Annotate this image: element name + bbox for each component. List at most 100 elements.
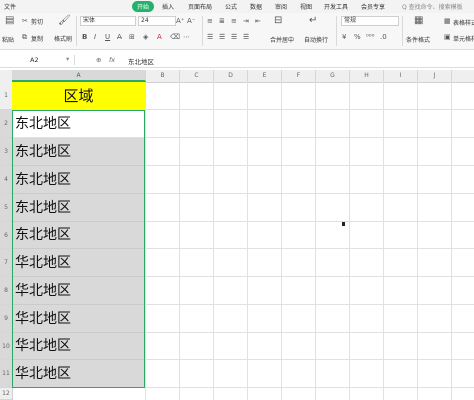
search-command[interactable]: Q 查找命令、搜索模板: [402, 2, 463, 11]
underline-icon[interactable]: U: [105, 33, 110, 41]
indent-icon[interactable]: ⇥: [243, 17, 249, 25]
cell-grid[interactable]: 区域 东北地区 东北地区 东北地区 东北地区 东北地区 华北地区 华北地区 华北…: [12, 82, 474, 400]
separator: [202, 16, 203, 46]
decrease-font-icon[interactable]: A⁻: [187, 17, 195, 25]
separator: [402, 16, 403, 46]
tab-page-layout[interactable]: 页面布局: [188, 2, 212, 11]
menu-bar: 文件 开始 插入 页面布局 公式 数据 审阅 视图 开发工具 会员专享 Q 查找…: [0, 0, 474, 13]
table-style-button[interactable]: 表格样式: [453, 18, 474, 27]
font-name-select[interactable]: 宋体: [80, 16, 136, 26]
row-header-4[interactable]: 4: [0, 166, 12, 194]
thousands-icon[interactable]: ⁰⁰⁰: [366, 33, 374, 41]
currency-icon[interactable]: ¥: [342, 33, 346, 41]
row-header-11[interactable]: 11: [0, 360, 12, 388]
table-style-icon[interactable]: ▦: [444, 17, 451, 25]
merge-center-icon[interactable]: ⊟: [274, 16, 282, 26]
align-right-icon[interactable]: ☰: [231, 33, 237, 41]
row-header-8[interactable]: 8: [0, 277, 12, 305]
tab-start[interactable]: 开始: [132, 1, 155, 12]
row-header-9[interactable]: 9: [0, 305, 12, 333]
align-top-icon[interactable]: ≡: [207, 17, 213, 25]
copy-button[interactable]: 复制: [31, 34, 43, 43]
font-name-value: 宋体: [83, 17, 96, 24]
tab-review[interactable]: 审阅: [275, 2, 287, 11]
column-header-a[interactable]: A: [12, 70, 146, 82]
scissors-icon[interactable]: ✂: [22, 17, 28, 25]
merge-center-button[interactable]: 合并居中: [270, 35, 294, 44]
align-bottom-icon[interactable]: ≡: [231, 17, 237, 25]
eraser-icon[interactable]: ⌫: [170, 33, 180, 41]
increase-font-icon[interactable]: A⁺: [176, 17, 184, 25]
row-header-12[interactable]: 12: [0, 388, 12, 400]
column-header-f[interactable]: F: [282, 70, 316, 82]
cell-style-button[interactable]: 单元格样式: [453, 34, 474, 43]
cell-a1[interactable]: 区域: [12, 82, 145, 110]
gridline: [383, 82, 384, 400]
tab-developer[interactable]: 开发工具: [324, 2, 348, 11]
align-left-icon[interactable]: ☰: [207, 33, 213, 41]
conditional-format-icon[interactable]: ▦: [414, 16, 423, 26]
selection-outline: [12, 110, 145, 388]
format-painter-icon[interactable]: 🖌: [58, 16, 71, 26]
format-painter-button[interactable]: 格式刷: [54, 34, 72, 43]
tab-formulas[interactable]: 公式: [225, 2, 237, 11]
formula-input[interactable]: 东北地区: [128, 56, 154, 66]
column-header-i[interactable]: I: [384, 70, 418, 82]
gridline: [315, 82, 316, 400]
cut-button[interactable]: 剪切: [31, 17, 43, 26]
column-header-j[interactable]: J: [418, 70, 452, 82]
row-header-6[interactable]: 6: [0, 222, 12, 249]
gridline: [417, 82, 418, 400]
font-dialog-icon[interactable]: ⋯: [183, 33, 190, 41]
decimal-icon[interactable]: .0: [380, 33, 387, 41]
font-color-icon[interactable]: A: [157, 33, 162, 41]
zoom-formula-icon[interactable]: ⊕: [96, 56, 101, 64]
gridline: [179, 82, 180, 400]
name-box-value: A2: [30, 56, 39, 64]
wrap-text-button[interactable]: 自动换行: [304, 35, 328, 44]
cell-style-icon[interactable]: ▣: [444, 33, 451, 41]
column-header-b[interactable]: B: [146, 70, 180, 82]
conditional-format-button[interactable]: 条件格式: [406, 35, 430, 44]
paste-icon[interactable]: ▤: [5, 16, 14, 26]
align-center-icon[interactable]: ☰: [219, 33, 225, 41]
outdent-icon[interactable]: ⇤: [255, 17, 261, 25]
tab-view[interactable]: 视图: [300, 2, 312, 11]
number-format-select[interactable]: 常规: [341, 16, 399, 26]
ribbon-toolbar: ▤ 粘贴 ✂ 剪切 ⧉ 复制 🖌 格式刷 宋体 24 A⁺ A⁻ B I U A…: [0, 13, 474, 50]
gridline: [145, 82, 146, 400]
tab-member[interactable]: 会员专享: [361, 2, 385, 11]
column-header-g[interactable]: G: [316, 70, 350, 82]
number-format-value: 常规: [344, 17, 357, 24]
row-header-7[interactable]: 7: [0, 249, 12, 277]
fill-color-icon[interactable]: ◈: [143, 33, 148, 41]
name-box[interactable]: A2 ▾: [2, 55, 75, 65]
copy-icon[interactable]: ⧉: [22, 33, 27, 41]
column-header-h[interactable]: H: [350, 70, 384, 82]
bold-icon[interactable]: B: [82, 33, 87, 41]
column-header-c[interactable]: C: [180, 70, 214, 82]
row-header-5[interactable]: 5: [0, 194, 12, 222]
gridline: [451, 82, 452, 400]
strikethrough-icon[interactable]: A̶: [117, 33, 122, 41]
row-header-2[interactable]: 2: [0, 110, 12, 138]
column-header-e[interactable]: E: [248, 70, 282, 82]
percent-icon[interactable]: %: [354, 33, 361, 41]
menu-file[interactable]: 文件: [4, 2, 16, 11]
font-size-select[interactable]: 24: [138, 16, 176, 26]
chevron-down-icon[interactable]: ▾: [66, 55, 69, 63]
justify-icon[interactable]: ☰: [243, 33, 249, 41]
row-header-1[interactable]: 1: [0, 82, 12, 110]
wrap-text-icon[interactable]: ↵: [309, 16, 317, 26]
function-icon[interactable]: fx: [109, 56, 115, 64]
tab-insert[interactable]: 插入: [162, 2, 174, 11]
column-header-d[interactable]: D: [214, 70, 248, 82]
separator: [336, 16, 337, 46]
tab-data[interactable]: 数据: [250, 2, 262, 11]
italic-icon[interactable]: I: [94, 33, 96, 41]
paste-button[interactable]: 粘贴: [2, 35, 14, 44]
align-middle-icon[interactable]: ≣: [219, 17, 225, 25]
border-icon[interactable]: ⊞: [129, 33, 135, 41]
row-header-3[interactable]: 3: [0, 138, 12, 166]
row-header-10[interactable]: 10: [0, 333, 12, 360]
